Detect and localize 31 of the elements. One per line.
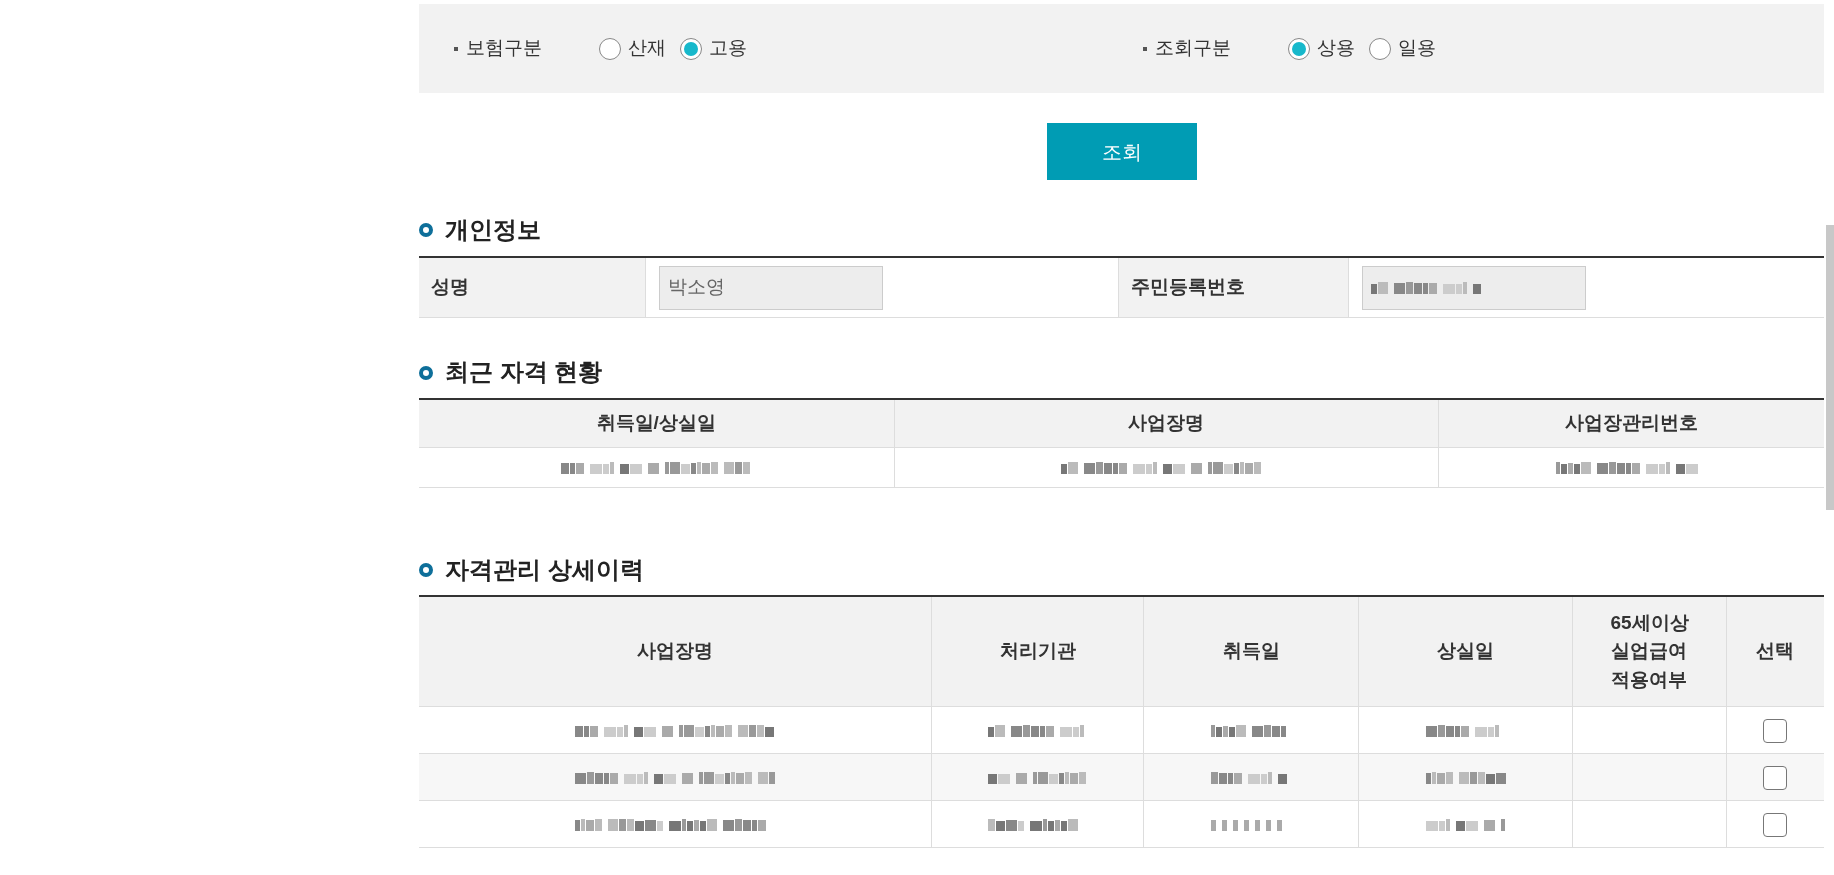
circle-icon: [419, 223, 433, 238]
filter-label: 조회구분: [1155, 36, 1231, 61]
column-header: 사업장명: [637, 640, 714, 662]
column-header: 65세이상 실업급여 적용여부: [1610, 611, 1689, 690]
radio-option[interactable]: 산재: [599, 34, 666, 63]
column-header: 상실일: [1437, 640, 1495, 662]
circle-icon: [419, 563, 433, 577]
field-label: 주민등록번호: [1118, 256, 1348, 318]
field-label: 성명: [419, 256, 645, 318]
checkbox[interactable]: [1763, 765, 1788, 790]
checkbox[interactable]: [1763, 718, 1788, 743]
checkbox[interactable]: [1763, 812, 1788, 837]
section-title: 개인정보: [445, 216, 541, 245]
column-header: 선택: [1756, 640, 1795, 662]
column-header: 취득일/상실일: [419, 399, 894, 448]
radio-option[interactable]: 고용: [680, 34, 747, 63]
radio-option[interactable]: 상용: [1288, 34, 1355, 63]
radio-option[interactable]: 일용: [1369, 34, 1436, 63]
bullet-icon: [1143, 46, 1147, 51]
section-title: 자격관리 상세이력: [445, 555, 644, 585]
scrollbar[interactable]: [1826, 225, 1834, 510]
text-field[interactable]: [1361, 265, 1586, 310]
bullet-icon: [454, 46, 458, 51]
circle-icon: [419, 365, 433, 380]
column-header: 처리기관: [999, 640, 1076, 662]
column-header: 취득일: [1222, 640, 1280, 662]
column-header: 사업장관리번호: [1438, 399, 1824, 448]
column-header: 사업장명: [894, 399, 1438, 448]
section-title: 최근 자격 현황: [445, 358, 603, 388]
text-field[interactable]: 박소영: [658, 265, 883, 310]
filter-label: 보험구분: [466, 36, 542, 61]
